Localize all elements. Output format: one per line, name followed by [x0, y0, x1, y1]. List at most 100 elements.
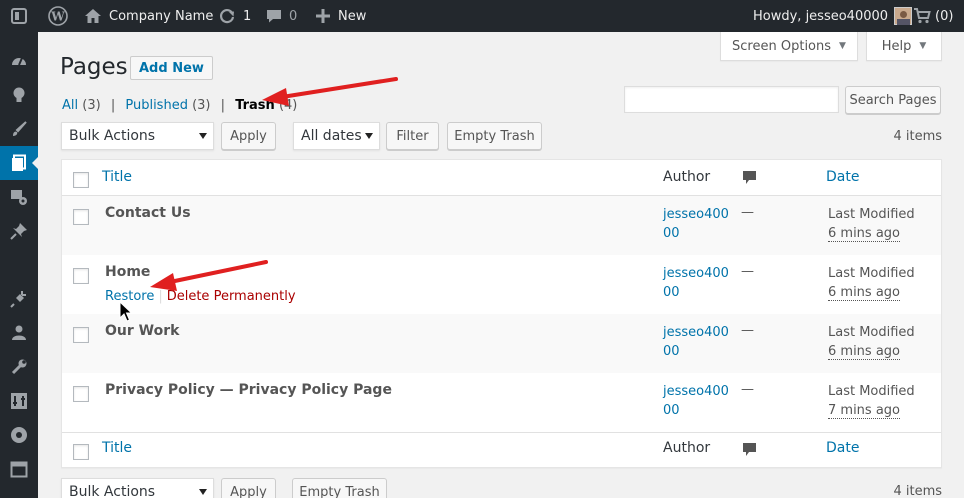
filter-button[interactable]: Filter [386, 122, 439, 150]
date-ago: 7 mins ago [828, 403, 900, 419]
home-icon [84, 7, 102, 25]
new-label: New [338, 8, 367, 24]
row-checkbox[interactable] [73, 327, 89, 343]
admin-sidebar [0, 32, 39, 498]
site-name-link[interactable]: Company Name [84, 0, 213, 32]
date-ago: 6 mins ago [828, 226, 900, 242]
refresh-icon [218, 7, 236, 25]
pages-table: Title Author Date Contact Us jesseo40000… [61, 159, 942, 468]
pages-icon[interactable] [0, 146, 39, 180]
table-footer: Title Author Date [62, 433, 941, 467]
help-tab[interactable]: Help ▼ [866, 32, 942, 61]
filter-published-link[interactable]: Published [125, 98, 188, 113]
filter-trash-count: (4) [278, 98, 298, 113]
author-column-footer: Author [663, 440, 711, 456]
plugins-icon[interactable] [0, 282, 38, 316]
apply-button-bottom[interactable]: Apply [221, 478, 276, 498]
author-column-header: Author [663, 169, 711, 185]
bulk-actions-value: Bulk Actions [69, 484, 156, 498]
filter-separator: | [220, 98, 226, 113]
avatar [894, 7, 913, 25]
comments-count: — [741, 205, 754, 220]
dashboard-icon[interactable] [0, 44, 38, 78]
comment-bubble-icon [743, 170, 757, 190]
comments-count: — [741, 323, 754, 338]
users-icon[interactable] [0, 316, 38, 350]
author-link[interactable]: jesseo40000 [663, 323, 735, 361]
comments-count: 0 [289, 8, 298, 24]
search-pages-button[interactable]: Search Pages [845, 86, 941, 114]
select-all-checkbox-footer[interactable] [73, 444, 89, 460]
caret-down-icon: ▼ [839, 41, 846, 51]
cart-link[interactable]: (0) [913, 0, 953, 32]
collapse-circle-icon[interactable] [0, 418, 38, 452]
author-link[interactable]: jesseo40000 [663, 264, 735, 302]
page-title-link[interactable]: Our Work [105, 323, 179, 339]
filter-all-link[interactable]: All [62, 98, 78, 113]
search-input[interactable] [624, 86, 839, 113]
select-all-checkbox[interactable] [73, 172, 89, 188]
row-checkbox[interactable] [73, 386, 89, 402]
page-title: Pages [60, 54, 128, 80]
table-row: Home Restore | Delete Permanently jesseo40… [62, 255, 941, 314]
help-label: Help [881, 38, 912, 54]
plus-icon [316, 9, 330, 23]
date-column-footer[interactable]: Date [826, 440, 859, 456]
greeting: Howdy, jesseo40000 [753, 8, 889, 24]
tools-icon[interactable] [0, 350, 38, 384]
account-menu[interactable]: Howdy, jesseo40000 [753, 0, 913, 32]
new-content-link[interactable]: New [316, 0, 366, 32]
brush-icon[interactable] [0, 112, 38, 146]
empty-trash-button[interactable]: Empty Trash [447, 122, 542, 150]
updates-link[interactable]: 1 [218, 0, 251, 32]
dropdown-arrow-icon [365, 133, 373, 139]
screen-options-label: Screen Options [732, 38, 832, 54]
row-checkbox[interactable] [73, 268, 89, 284]
comment-bubble-icon [743, 442, 757, 462]
lightbulb-icon[interactable] [0, 78, 38, 112]
cart-icon [913, 7, 931, 25]
date-cell: Last Modified 6 mins ago [828, 264, 915, 302]
pin-icon[interactable] [0, 214, 38, 248]
filter-all-count: (3) [82, 98, 101, 113]
filter-trash-link[interactable]: Trash [235, 98, 275, 113]
dropdown-arrow-icon [199, 489, 207, 495]
restore-link[interactable]: Restore [105, 289, 154, 304]
page-title-link[interactable]: Home [105, 264, 150, 280]
page-title-link[interactable]: Contact Us [105, 205, 191, 221]
bulk-actions-select-bottom[interactable]: Bulk Actions [61, 478, 214, 498]
comments-count: — [741, 264, 754, 279]
bulk-actions-select[interactable]: Bulk Actions [61, 122, 214, 150]
date-cell: Last Modified 6 mins ago [828, 323, 915, 361]
filter-separator: | [110, 98, 116, 113]
empty-trash-button-bottom[interactable]: Empty Trash [292, 478, 387, 498]
svg-text:W: W [50, 10, 65, 24]
wordpress-logo-icon[interactable]: W [48, 0, 68, 32]
author-link[interactable]: jesseo40000 [663, 205, 735, 243]
updates-count: 1 [243, 8, 252, 24]
page-title-link[interactable]: Privacy Policy — Privacy Policy Page [105, 382, 392, 398]
settings-icon[interactable] [0, 384, 38, 418]
delete-permanently-link[interactable]: Delete Permanently [167, 289, 296, 304]
cart-count: (0) [935, 8, 954, 24]
status-filters: All (3) | Published (3) | Trash (4) [62, 98, 297, 113]
title-column-footer[interactable]: Title [102, 440, 132, 456]
items-count-bottom: 4 items [893, 484, 942, 498]
date-ago: 6 mins ago [828, 285, 900, 301]
date-cell: Last Modified 6 mins ago [828, 205, 915, 243]
media-icon[interactable] [0, 180, 38, 214]
comments-link[interactable]: 0 [266, 0, 297, 32]
comments-count: — [741, 382, 754, 397]
dates-select[interactable]: All dates [293, 122, 380, 150]
title-column-header[interactable]: Title [102, 169, 132, 185]
calendar-icon[interactable] [0, 452, 38, 486]
screen-options-tab[interactable]: Screen Options ▼ [720, 32, 858, 61]
author-link[interactable]: jesseo40000 [663, 382, 735, 420]
date-label: Last Modified [828, 207, 915, 222]
toggle-menu-icon[interactable] [10, 0, 28, 32]
apply-button[interactable]: Apply [221, 122, 276, 150]
date-column-header[interactable]: Date [826, 169, 859, 185]
add-new-button[interactable]: Add New [130, 56, 213, 80]
row-checkbox[interactable] [73, 209, 89, 225]
table-row: Our Work jesseo40000 — Last Modified 6 m… [62, 314, 941, 373]
